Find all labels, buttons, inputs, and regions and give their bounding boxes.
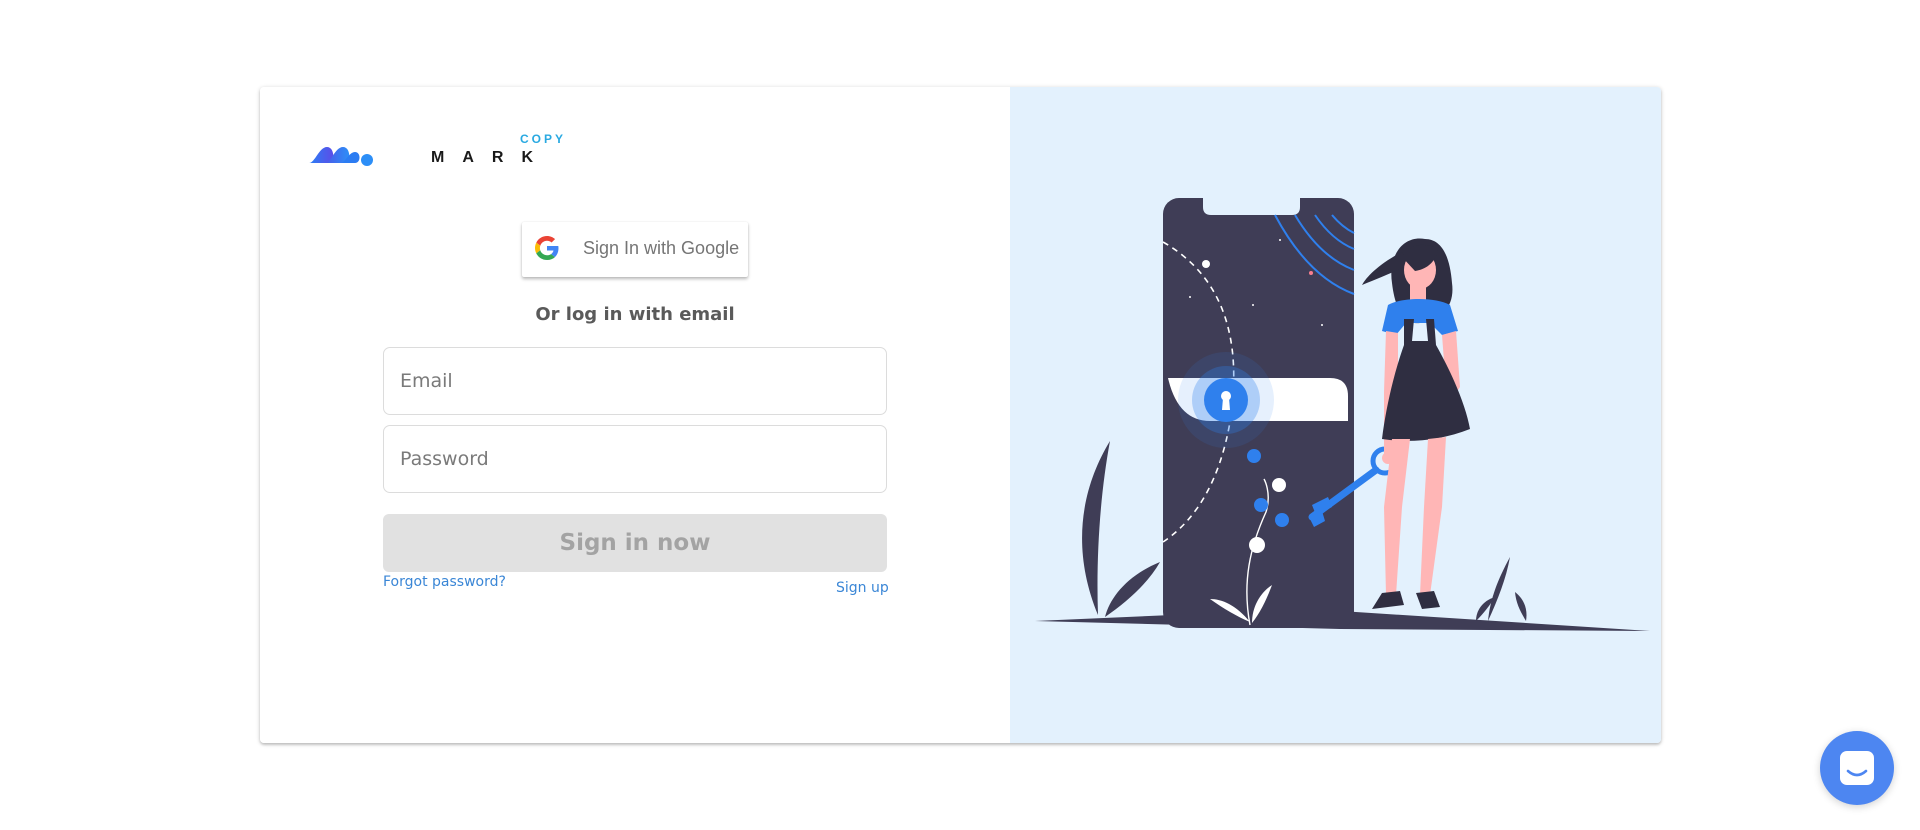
email-divider-text: Or log in with email [535,304,735,325]
chat-bubble-icon [1840,751,1874,785]
login-panel: MARK COPY Sign In with Google Or log in … [260,87,1010,743]
brand-logo: MARK COPY [307,127,563,177]
password-field[interactable] [383,425,887,493]
google-signin-button[interactable]: Sign In with Google [522,222,748,277]
logo-subword: COPY [520,132,567,146]
email-field[interactable] [383,347,887,415]
google-g-icon [535,236,559,260]
logo-wordmark: MARK [431,149,551,166]
forgot-password-link[interactable]: Forgot password? [383,574,506,590]
phone-lock-illustration-icon [1035,198,1650,631]
google-signin-label: Sign In with Google [583,238,740,258]
sign-in-button[interactable]: Sign in now [383,514,887,572]
login-card: MARK COPY Sign In with Google Or log in … [260,87,1661,743]
logo-waves-icon [309,147,373,166]
chat-launcher-button[interactable] [1820,731,1894,805]
sign-up-link[interactable]: Sign up [836,580,889,596]
illustration-panel [1010,87,1661,743]
